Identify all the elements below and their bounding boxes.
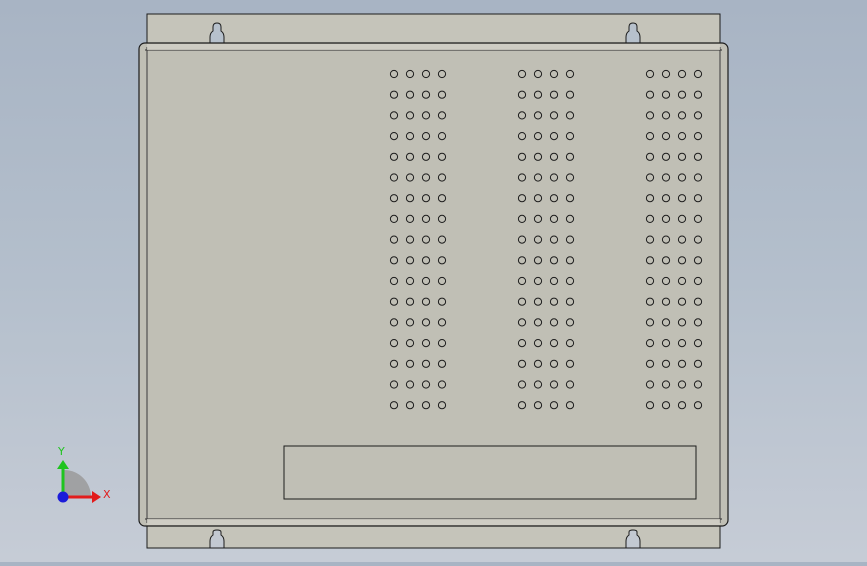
triad-z-axis-icon — [57, 491, 69, 503]
bottom-bend-highlight — [147, 519, 720, 525]
sheet-metal-part[interactable] — [138, 13, 729, 549]
model-canvas[interactable]: X Y — [0, 0, 867, 562]
triad-x-label: X — [103, 488, 111, 501]
triad-xy-plane-icon — [64, 470, 91, 497]
graphics-viewport[interactable]: X Y — [0, 0, 867, 562]
rectangular-cutout[interactable] — [283, 445, 697, 500]
coordinate-triad: X Y — [57, 445, 111, 503]
top-bend-highlight — [147, 44, 720, 50]
triad-x-arrow-icon — [92, 491, 101, 503]
triad-y-arrow-icon — [57, 460, 69, 469]
triad-y-label: Y — [57, 445, 65, 458]
